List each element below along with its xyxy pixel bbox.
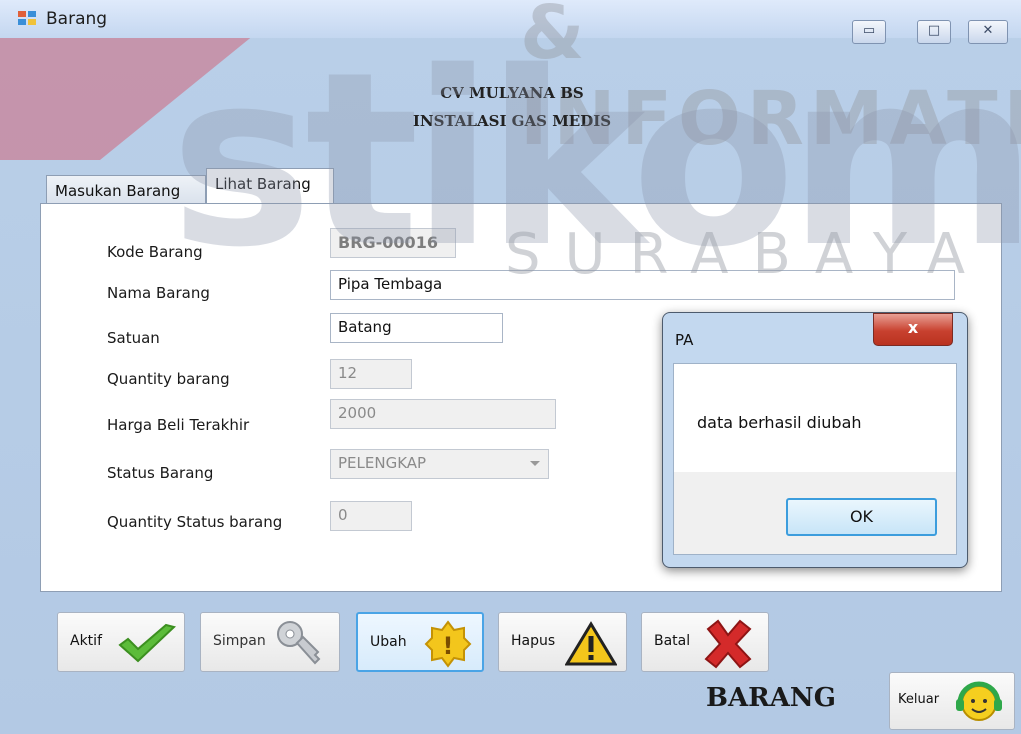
dialog-title: PA <box>675 331 694 349</box>
svg-text:!: ! <box>443 632 454 660</box>
quantity-status-field[interactable]: 0 <box>330 501 412 531</box>
status-barang-dropdown[interactable]: PELENGKAP <box>330 449 549 479</box>
ok-button[interactable]: OK <box>786 498 937 536</box>
quantity-barang-label: Quantity barang <box>107 370 230 388</box>
batal-button-label: Batal <box>654 633 691 649</box>
app-icon <box>18 11 36 25</box>
close-icon: x <box>907 318 919 337</box>
quantity-status-label: Quantity Status barang <box>107 513 283 531</box>
tab-lihat-barang[interactable]: Lihat Barang <box>206 168 334 205</box>
key-icon <box>277 621 321 665</box>
close-button[interactable]: ✕ <box>968 20 1008 44</box>
harga-beli-field[interactable]: 2000 <box>330 399 556 429</box>
simpan-button[interactable]: Simpan <box>200 612 340 672</box>
company-name: CV MULYANA BS <box>440 84 584 102</box>
warning-triangle-icon <box>565 621 617 666</box>
dialog-close-button[interactable]: x <box>873 313 953 346</box>
tab-masukan-barang[interactable]: Masukan Barang <box>46 175 206 205</box>
checkmark-icon <box>118 623 177 663</box>
batal-button[interactable]: Batal <box>641 612 769 672</box>
status-barang-value: PELENGKAP <box>338 454 427 472</box>
nama-barang-field[interactable]: Pipa Tembaga <box>330 270 955 300</box>
maximize-icon: □ <box>927 23 941 38</box>
warning-badge-icon: ! <box>424 620 472 668</box>
application-window: Barang ▭ □ ✕ & INFORMATIKA CV MULYANA BS… <box>0 0 1021 734</box>
company-subtitle: INSTALASI GAS MEDIS <box>412 112 612 130</box>
red-x-icon <box>704 619 752 669</box>
minimize-button[interactable]: ▭ <box>852 20 886 44</box>
satuan-field[interactable]: Batang <box>330 313 503 343</box>
window-title: Barang <box>46 9 108 29</box>
ubah-button-label: Ubah <box>370 634 407 650</box>
hapus-button[interactable]: Hapus <box>498 612 627 672</box>
keluar-button-label: Keluar <box>898 692 940 707</box>
form-title-barang: BARANG <box>706 683 836 713</box>
kode-barang-label: Kode Barang <box>107 243 203 261</box>
harga-beli-label: Harga Beli Terakhir <box>107 416 250 434</box>
quantity-barang-field[interactable]: 12 <box>330 359 412 389</box>
satuan-label: Satuan <box>107 329 160 347</box>
dialog-message: data berhasil diubah <box>697 413 862 432</box>
chevron-down-icon <box>530 461 540 466</box>
aktif-button-label: Aktif <box>70 633 102 649</box>
simpan-button-label: Simpan <box>213 633 266 649</box>
maximize-button[interactable]: □ <box>917 20 951 44</box>
title-bar: Barang ▭ □ ✕ <box>0 0 1021 44</box>
hapus-button-label: Hapus <box>511 633 556 649</box>
keluar-button[interactable]: Keluar <box>889 672 1015 730</box>
ubah-button[interactable]: Ubah ! <box>356 612 484 672</box>
nama-barang-label: Nama Barang <box>107 284 210 302</box>
dialog-body: data berhasil diubah OK <box>673 363 957 555</box>
aktif-button[interactable]: Aktif <box>57 612 185 672</box>
message-dialog: PA x data berhasil diubah OK <box>662 312 968 568</box>
kode-barang-field[interactable]: BRG-00016 <box>330 228 456 258</box>
support-headset-icon <box>956 681 1002 721</box>
minimize-icon: ▭ <box>862 23 876 38</box>
close-icon: ✕ <box>982 23 994 38</box>
status-barang-label: Status Barang <box>107 464 214 482</box>
